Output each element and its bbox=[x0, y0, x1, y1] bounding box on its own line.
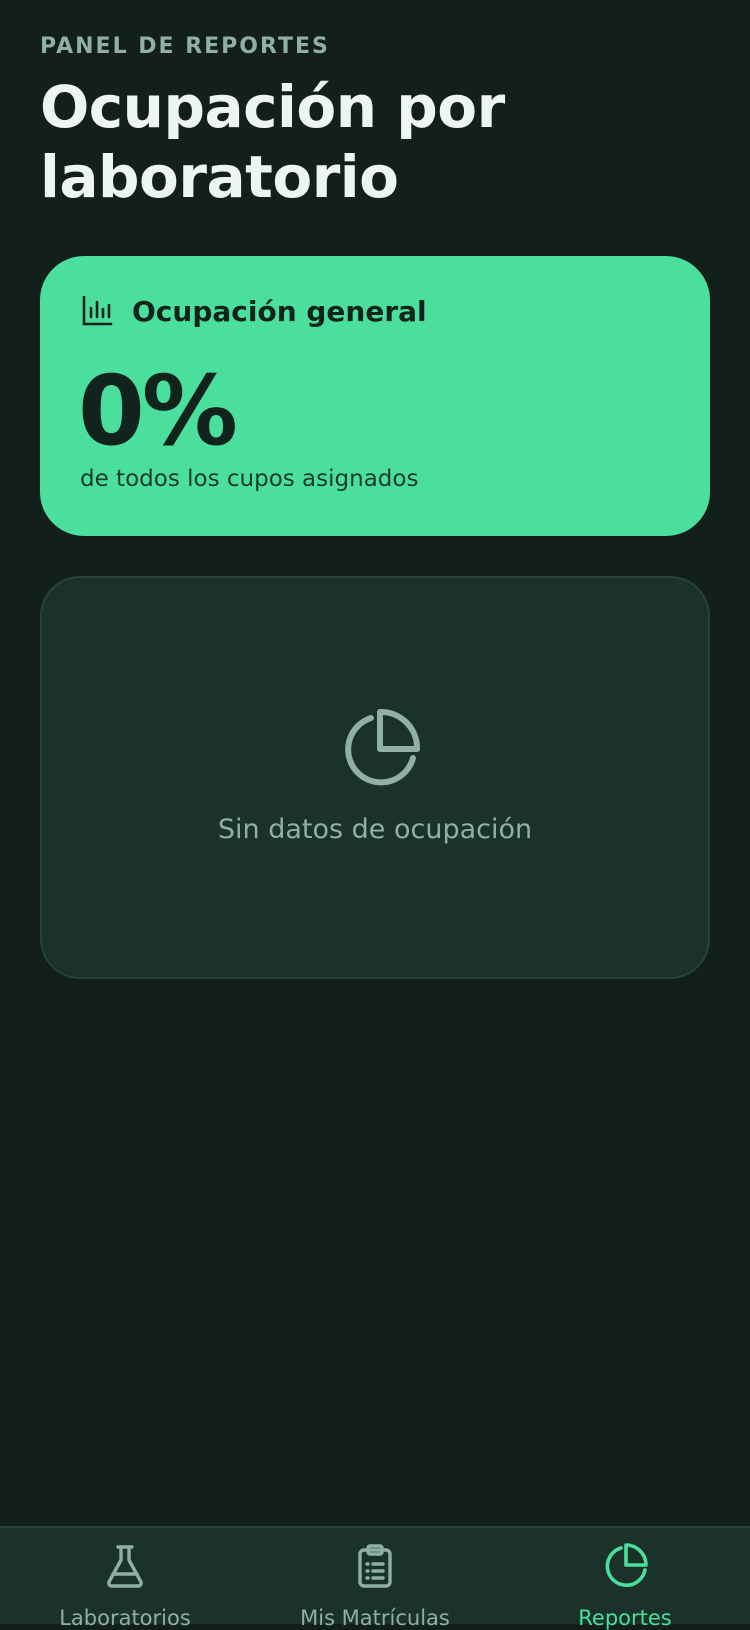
empty-state-message: Sin datos de ocupación bbox=[217, 814, 533, 845]
bar-chart-icon bbox=[80, 294, 114, 328]
pie-chart-icon bbox=[601, 1542, 649, 1590]
summary-caption: de todos los cupos asignados bbox=[80, 466, 419, 492]
nav-label-laboratorios: Laboratorios bbox=[59, 1606, 191, 1630]
page-title: Ocupación por laboratorio bbox=[40, 73, 505, 211]
pie-chart-icon bbox=[335, 708, 421, 794]
nav-item-mis-matriculas[interactable]: Mis Matrículas bbox=[250, 1528, 500, 1630]
flask-icon bbox=[101, 1542, 149, 1590]
occupancy-percentage: 0% bbox=[78, 355, 238, 467]
summary-header: Ocupación general bbox=[80, 294, 427, 328]
summary-card: Ocupación general 0% de todos los cupos … bbox=[40, 256, 710, 536]
summary-title: Ocupación general bbox=[132, 294, 427, 328]
nav-item-reportes[interactable]: Reportes bbox=[500, 1528, 750, 1630]
nav-label-reportes: Reportes bbox=[578, 1606, 672, 1630]
page-eyebrow: PANEL DE REPORTES bbox=[40, 34, 330, 59]
bottom-navigation: Laboratorios Mis Matrículas Reportes bbox=[0, 1526, 750, 1630]
nav-label-mis-matriculas: Mis Matrículas bbox=[300, 1606, 450, 1630]
empty-state-card: Sin datos de ocupación bbox=[40, 576, 710, 979]
nav-item-laboratorios[interactable]: Laboratorios bbox=[0, 1528, 250, 1630]
clipboard-icon bbox=[351, 1542, 399, 1590]
